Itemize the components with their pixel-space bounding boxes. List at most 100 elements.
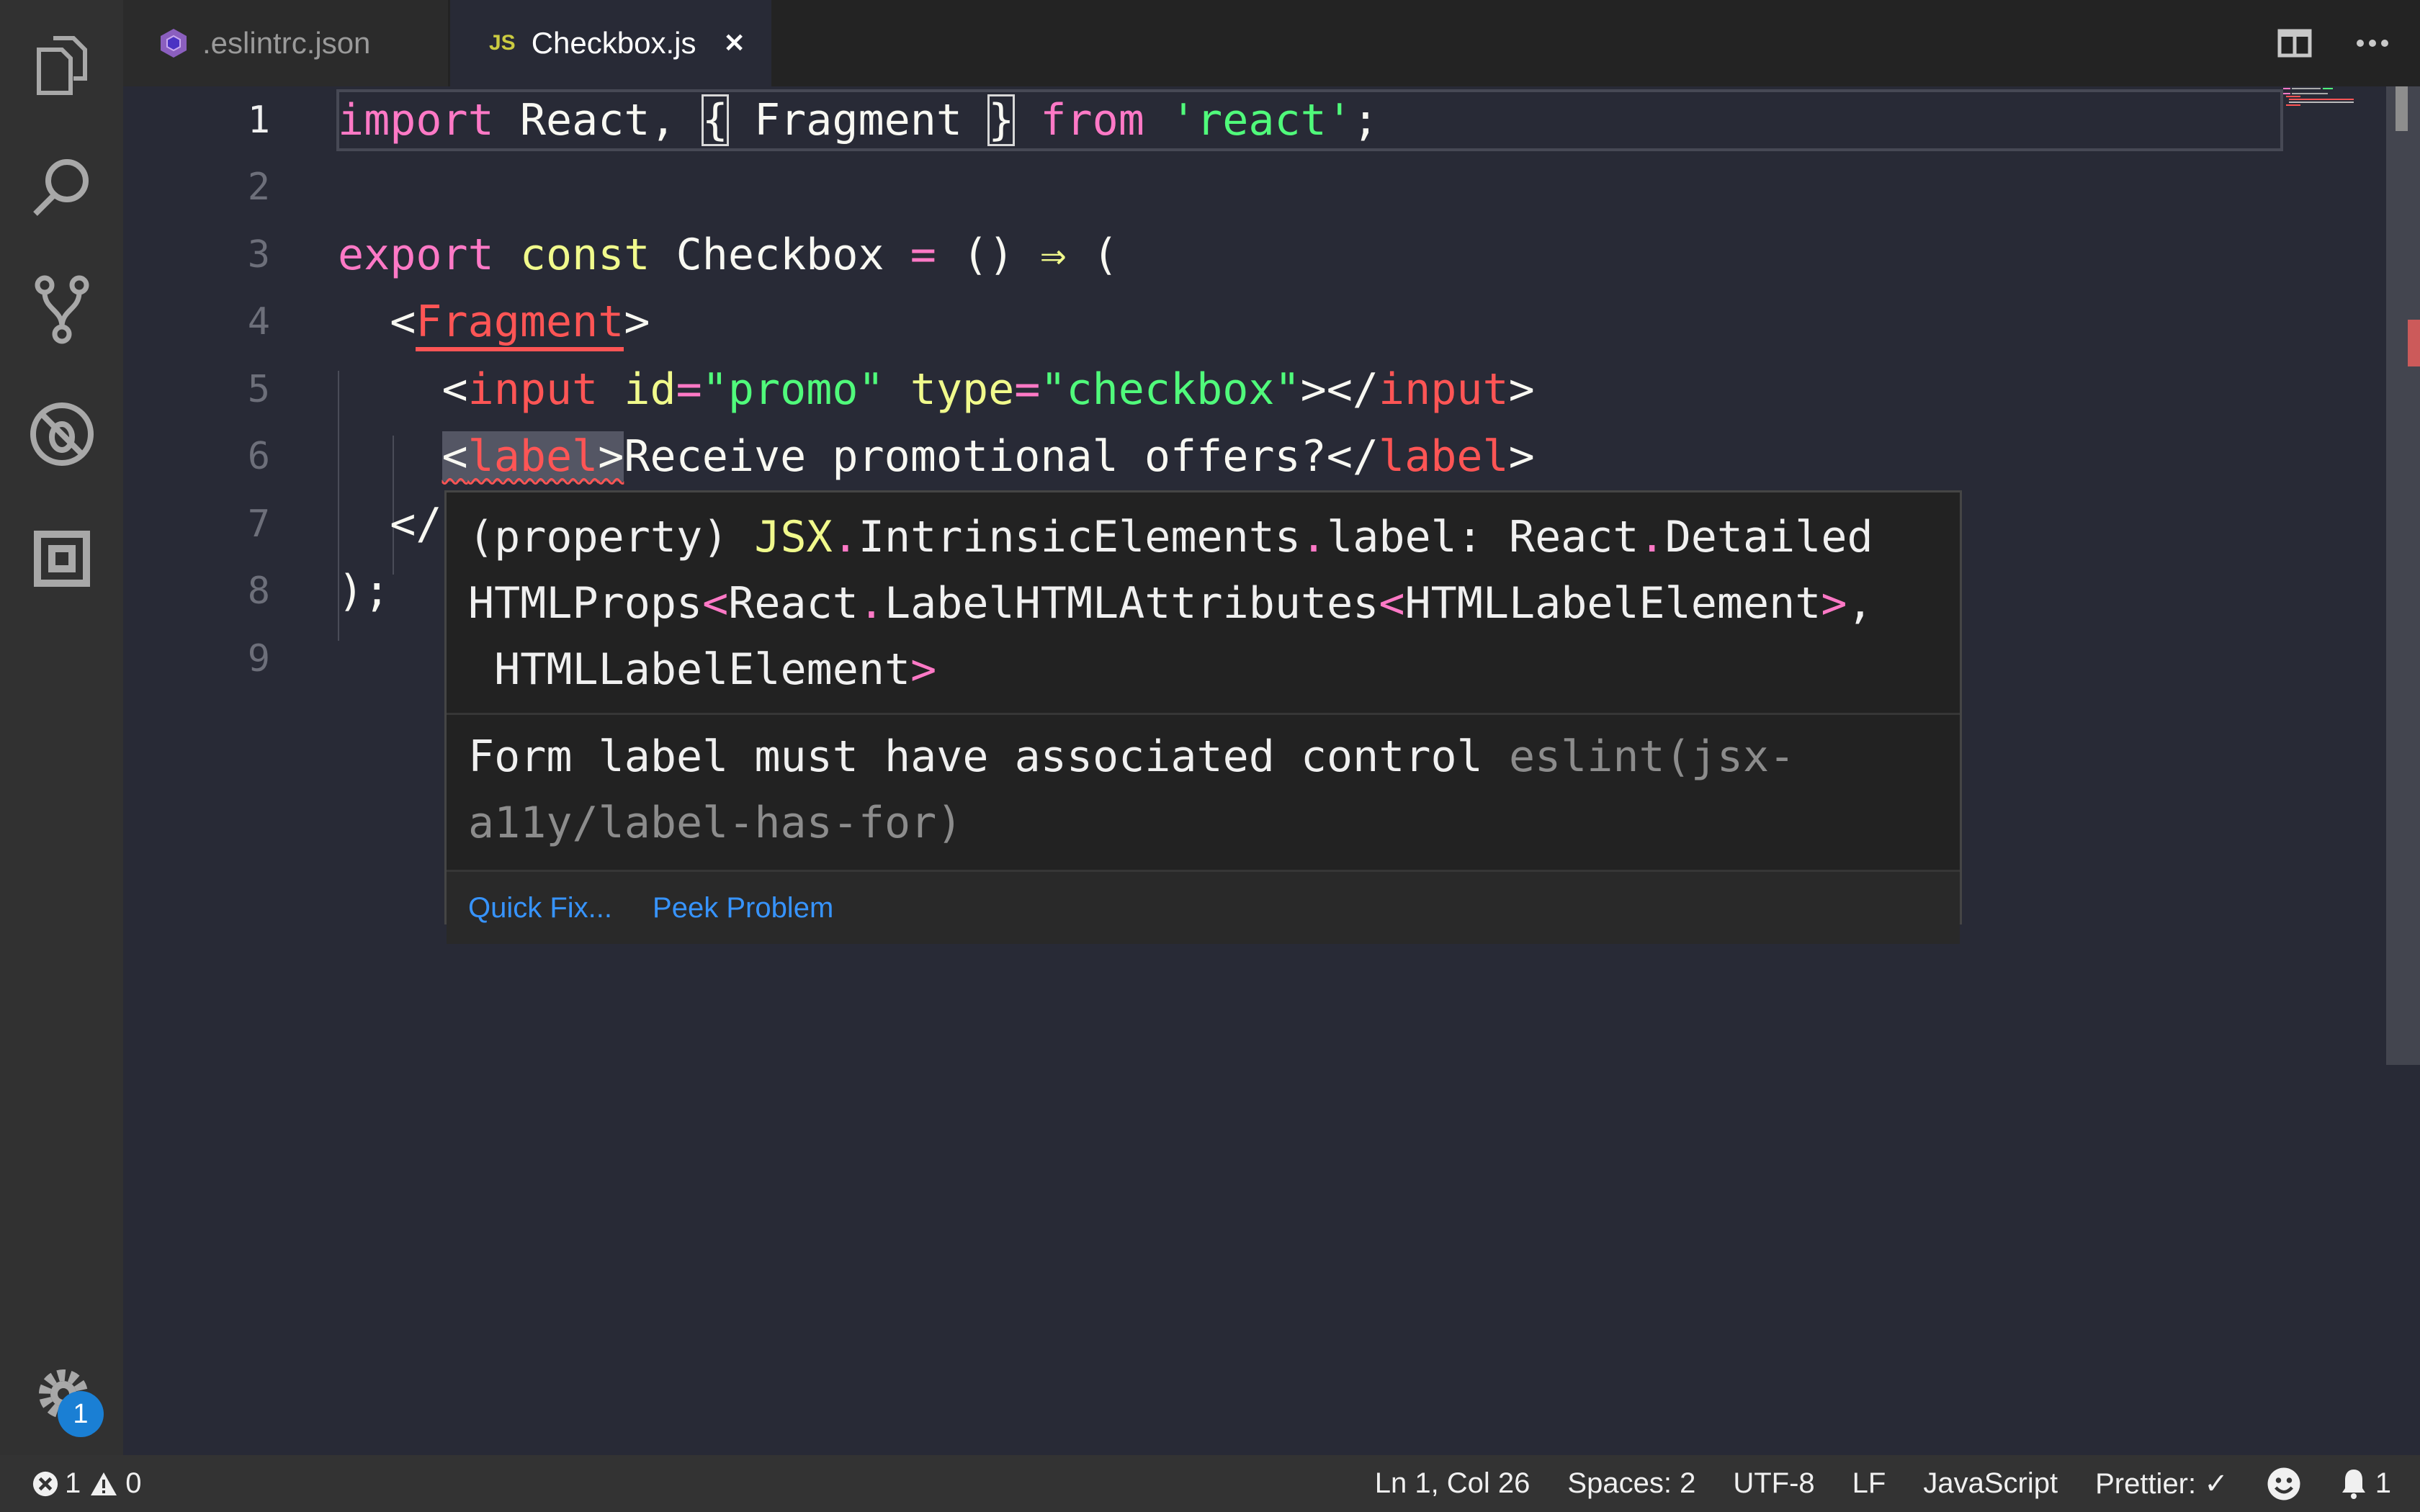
code-text: <Fragment> bbox=[338, 297, 650, 351]
split-editor-icon[interactable] bbox=[2273, 22, 2316, 65]
tab-bar: .eslintrc.json JS Checkbox.js ✕ bbox=[123, 0, 2420, 86]
settings-badge: 1 bbox=[58, 1391, 104, 1437]
vertical-scrollbar[interactable] bbox=[2386, 86, 2420, 1065]
warning-count: 0 bbox=[125, 1467, 142, 1499]
sig-token: , bbox=[1847, 578, 1873, 629]
token-plain: Checkbox bbox=[650, 229, 910, 280]
token-sel-open: < bbox=[442, 431, 468, 482]
token-plain: ; bbox=[1352, 94, 1379, 145]
token-plain: ( bbox=[1066, 229, 1119, 280]
line-number: 6 bbox=[247, 435, 270, 478]
line-number: 4 bbox=[247, 300, 270, 343]
code-line[interactable]: 1 import React, { Fragment } from 'react'… bbox=[123, 86, 2284, 153]
signature-line: HTMLProps<React.LabelHTMLAttributes<HTML… bbox=[468, 570, 1938, 636]
code-line[interactable]: 3 export const Checkbox = () ⇒ ( bbox=[123, 221, 2284, 288]
token-op: = bbox=[1014, 364, 1041, 415]
sig-token: label: React bbox=[1327, 512, 1639, 562]
error-count: 1 bbox=[65, 1467, 81, 1499]
code-line[interactable]: 4 <Fragment> bbox=[123, 289, 2284, 356]
minimap[interactable] bbox=[2283, 86, 2370, 108]
cursor-position[interactable]: Ln 1, Col 26 bbox=[1375, 1467, 1531, 1500]
token-plain: > bbox=[1508, 364, 1535, 415]
sig-token: LabelHTMLAttributes bbox=[884, 578, 1379, 629]
tab-eslintrc[interactable]: .eslintrc.json bbox=[123, 0, 448, 86]
token-tag: input bbox=[1378, 364, 1509, 415]
diagnostic-source: eslint(jsx- bbox=[1508, 732, 1796, 782]
sig-token: < bbox=[702, 578, 729, 629]
token-plain: > bbox=[1508, 431, 1535, 482]
token-bracket: { bbox=[701, 94, 729, 146]
code-text: <input id="promo" type="checkbox"></inpu… bbox=[338, 364, 1535, 415]
token-arrow: ⇒ bbox=[1040, 229, 1067, 280]
token-tag: label bbox=[1378, 431, 1509, 482]
tab-checkbox-js[interactable]: JS Checkbox.js ✕ bbox=[450, 0, 771, 86]
sig-token: . bbox=[832, 512, 859, 562]
token-kw: from bbox=[1040, 94, 1144, 145]
scrollbar-thumb[interactable] bbox=[2396, 86, 2408, 131]
encoding[interactable]: UTF-8 bbox=[1733, 1467, 1814, 1500]
token-str: "checkbox" bbox=[1040, 364, 1301, 415]
indentation[interactable]: Spaces: 2 bbox=[1567, 1467, 1695, 1500]
sig-token: (property) bbox=[468, 512, 755, 562]
more-actions-icon[interactable] bbox=[2352, 22, 2396, 65]
token-plain: ); bbox=[338, 566, 390, 616]
line-number: 5 bbox=[247, 367, 270, 411]
peek-problem-link[interactable]: Peek Problem bbox=[653, 892, 833, 924]
hover-signature: (property) JSX.IntrinsicElements.label: … bbox=[447, 492, 1960, 713]
activity-bar: 1 bbox=[0, 0, 123, 1455]
prettier-status[interactable]: Prettier: ✓ bbox=[2095, 1467, 2228, 1500]
token-plain: < bbox=[338, 297, 416, 347]
explorer-icon[interactable] bbox=[27, 30, 97, 99]
js-file-icon: JS bbox=[489, 31, 516, 55]
token-sel-close: > bbox=[598, 431, 624, 482]
token-tag: input bbox=[467, 364, 599, 415]
problems-indicator[interactable]: 1 0 bbox=[32, 1467, 142, 1500]
token-attr: id bbox=[624, 364, 676, 415]
token-op: = bbox=[910, 229, 936, 280]
diagnostic-message: Form label must have associated control bbox=[468, 732, 1483, 782]
warning-icon bbox=[91, 1472, 117, 1495]
debug-icon[interactable] bbox=[27, 400, 97, 469]
extensions-icon[interactable] bbox=[27, 524, 97, 593]
token-tag-under: Fragment bbox=[416, 297, 624, 351]
token-op: = bbox=[676, 364, 702, 415]
error-marker bbox=[2408, 320, 2420, 366]
tab-label: Checkbox.js bbox=[531, 26, 696, 60]
code-text: <label>Receive promotional offers?</labe… bbox=[338, 431, 1535, 482]
token-sel-tag: label bbox=[467, 431, 599, 482]
status-bar: 1 0 Ln 1, Col 26 Spaces: 2 UTF-8 LF Java… bbox=[0, 1455, 2420, 1512]
line-number: 2 bbox=[247, 166, 270, 209]
feedback-icon[interactable] bbox=[2266, 1466, 2302, 1502]
token-kw: import bbox=[338, 94, 494, 145]
sig-token: > bbox=[1821, 578, 1847, 629]
code-line[interactable]: 2 bbox=[123, 154, 2284, 221]
token-bracket: } bbox=[987, 94, 1016, 146]
line-number: 7 bbox=[247, 502, 270, 546]
language-mode[interactable]: JavaScript bbox=[1923, 1467, 2058, 1500]
close-icon[interactable]: ✕ bbox=[723, 28, 745, 58]
tab-label: .eslintrc.json bbox=[202, 26, 371, 60]
search-icon[interactable] bbox=[27, 153, 97, 222]
notifications[interactable]: 1 bbox=[2339, 1467, 2391, 1500]
sig-token: Detailed bbox=[1664, 512, 1873, 562]
sig-token: IntrinsicElements bbox=[858, 512, 1301, 562]
hover-diagnostic: Form label must have associated control … bbox=[447, 715, 1960, 870]
sig-token: JSX bbox=[754, 512, 833, 562]
line-number: 8 bbox=[247, 570, 270, 613]
sig-token: . bbox=[1300, 512, 1327, 562]
code-line[interactable]: 5 <input id="promo" type="checkbox"></in… bbox=[123, 356, 2284, 423]
sig-token: HTMLLabelElement bbox=[1404, 578, 1821, 629]
code-text: </ bbox=[338, 499, 442, 549]
sig-token: . bbox=[858, 578, 884, 629]
code-line[interactable]: 6 <label>Receive promotional offers?</la… bbox=[123, 423, 2284, 490]
line-number: 9 bbox=[247, 636, 270, 680]
quick-fix-link[interactable]: Quick Fix... bbox=[468, 892, 612, 924]
end-of-line[interactable]: LF bbox=[1852, 1467, 1886, 1500]
bell-icon bbox=[2341, 1469, 2365, 1499]
source-control-icon[interactable] bbox=[27, 275, 97, 344]
